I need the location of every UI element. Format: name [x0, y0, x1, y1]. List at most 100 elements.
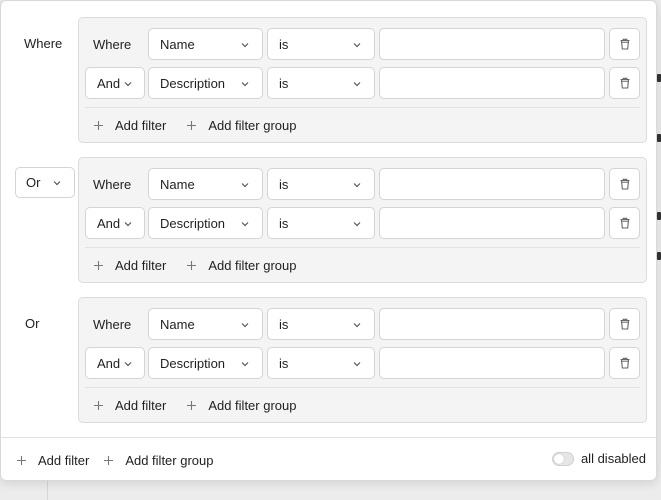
operator-select-value: is	[279, 36, 289, 52]
toggle-knob	[553, 453, 564, 464]
trash-icon	[618, 216, 632, 230]
add-filter-button[interactable]: Add filter	[93, 258, 166, 273]
add-filter-group-label: Add filter group	[125, 452, 214, 468]
filter-group-1: Where Name is And Description is Add fil…	[78, 17, 647, 143]
operator-select[interactable]: is	[267, 347, 375, 379]
operator-select[interactable]: is	[267, 308, 375, 340]
plus-icon	[93, 120, 104, 131]
chevron-down-icon	[352, 219, 362, 229]
property-select[interactable]: Name	[148, 28, 263, 60]
plus-icon	[93, 260, 104, 271]
chevron-down-icon	[52, 178, 62, 188]
operator-select[interactable]: is	[267, 67, 375, 99]
rule-conjunction-select[interactable]: And	[85, 67, 145, 99]
operator-select[interactable]: is	[267, 28, 375, 60]
add-filter-button[interactable]: Add filter	[93, 118, 166, 133]
background-divider	[47, 478, 48, 500]
toggle-label: all disabled	[580, 451, 646, 466]
group-2-conjunction-value: Or	[26, 175, 41, 190]
filter-rule: Where Name is	[79, 308, 646, 340]
trash-icon	[618, 177, 632, 191]
value-input[interactable]	[379, 207, 605, 239]
chevron-down-icon	[240, 359, 250, 369]
rule-conjunction-select[interactable]: And	[85, 347, 145, 379]
add-filter-group-button[interactable]: Add filter group	[186, 258, 296, 273]
value-input[interactable]	[379, 67, 605, 99]
property-select[interactable]: Description	[148, 207, 263, 239]
group-1-conjunction-label: Where	[24, 36, 63, 51]
operator-select-value: is	[279, 176, 289, 192]
all-disabled-toggle[interactable]	[551, 451, 574, 466]
operator-select-value: is	[279, 355, 289, 371]
chevron-down-icon	[240, 180, 250, 190]
add-filter-group-button[interactable]: Add filter group	[186, 118, 296, 133]
filter-group-3: Where Name is And Description is Add fil…	[78, 297, 647, 423]
trash-icon	[618, 317, 632, 331]
group-2-conjunction-select[interactable]: Or	[15, 167, 75, 198]
delete-rule-button[interactable]	[609, 67, 640, 99]
filter-rule: And Description is	[79, 67, 646, 99]
trash-icon	[618, 356, 632, 370]
group-3-conjunction-label: Or	[25, 316, 40, 331]
operator-select[interactable]: is	[267, 207, 375, 239]
group-actions: Add filter Add filter group	[93, 115, 316, 135]
add-filter-label: Add filter	[115, 117, 167, 133]
operator-select-value: is	[279, 215, 289, 231]
value-input[interactable]	[379, 308, 605, 340]
property-select[interactable]: Description	[148, 67, 263, 99]
property-select[interactable]: Name	[148, 168, 263, 200]
plus-icon	[93, 400, 104, 411]
chevron-down-icon	[352, 320, 362, 330]
group-actions: Add filter Add filter group	[93, 395, 316, 415]
property-select-value: Name	[160, 176, 195, 192]
group-divider	[85, 247, 640, 248]
plus-icon	[103, 455, 114, 466]
rule-conjunction-value: And	[97, 75, 121, 91]
filter-popover: Where Where Name is And Description is A…	[0, 0, 657, 481]
chevron-down-icon	[240, 219, 250, 229]
filter-rule: And Description is	[79, 347, 646, 379]
add-filter-label: Add filter	[38, 452, 90, 468]
plus-icon	[186, 400, 197, 411]
footer-add-filter-group-button[interactable]: Add filter group	[103, 453, 213, 468]
delete-rule-button[interactable]	[609, 28, 640, 60]
footer-actions: Add filter Add filter group	[16, 450, 227, 470]
group-divider	[85, 387, 640, 388]
delete-rule-button[interactable]	[609, 347, 640, 379]
operator-select[interactable]: is	[267, 168, 375, 200]
delete-rule-button[interactable]	[609, 207, 640, 239]
add-filter-button[interactable]: Add filter	[93, 398, 166, 413]
operator-select-value: is	[279, 75, 289, 91]
property-select-value: Description	[160, 355, 226, 371]
chevron-down-icon	[352, 40, 362, 50]
all-disabled-toggle-wrap: all disabled	[551, 451, 646, 466]
filter-rule: Where Name is	[79, 168, 646, 200]
property-select-value: Description	[160, 215, 226, 231]
add-filter-group-label: Add filter group	[208, 257, 297, 273]
trash-icon	[618, 37, 632, 51]
chevron-down-icon	[352, 180, 362, 190]
value-input[interactable]	[379, 347, 605, 379]
add-filter-group-button[interactable]: Add filter group	[186, 398, 296, 413]
footer-add-filter-button[interactable]: Add filter	[16, 453, 89, 468]
group-divider	[85, 107, 640, 108]
property-select-value: Name	[160, 36, 195, 52]
delete-rule-button[interactable]	[609, 308, 640, 340]
value-input[interactable]	[379, 168, 605, 200]
value-input[interactable]	[379, 28, 605, 60]
footer-divider	[1, 437, 656, 438]
add-filter-group-label: Add filter group	[208, 117, 297, 133]
property-select[interactable]: Description	[148, 347, 263, 379]
property-select[interactable]: Name	[148, 308, 263, 340]
filter-group-2: Where Name is And Description is Add fil…	[78, 157, 647, 283]
group-actions: Add filter Add filter group	[93, 255, 316, 275]
property-select-value: Name	[160, 316, 195, 332]
delete-rule-button[interactable]	[609, 168, 640, 200]
trash-icon	[618, 76, 632, 90]
operator-select-value: is	[279, 316, 289, 332]
rule-conjunction-select[interactable]: And	[85, 207, 145, 239]
rule-prefix-label: Where	[93, 316, 132, 332]
property-select-value: Description	[160, 75, 226, 91]
rule-prefix-label: Where	[93, 36, 132, 52]
plus-icon	[186, 120, 197, 131]
